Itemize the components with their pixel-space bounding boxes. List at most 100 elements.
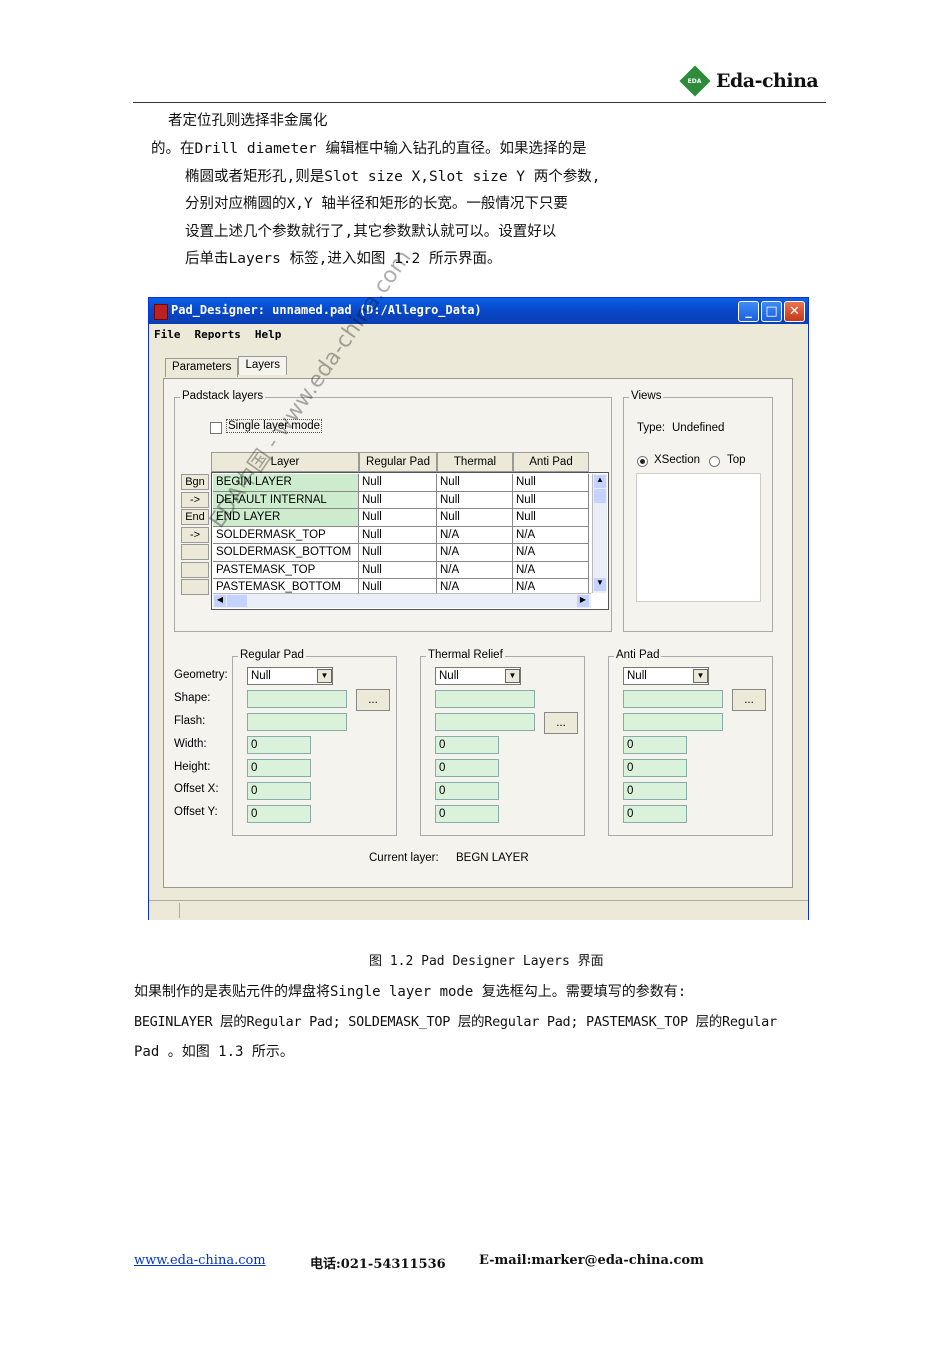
intro-line-4: 分别对应椭圆的X,Y 轴半径和矩形的长宽。一般情况下只要	[185, 196, 568, 212]
xsection-radio[interactable]	[637, 456, 648, 467]
thermal-relief-value-input[interactable]: 0	[435, 736, 499, 754]
row-button[interactable]: ->	[181, 526, 209, 543]
menu-file[interactable]: File	[154, 328, 181, 341]
type-value: Undefined	[672, 422, 725, 434]
minimize-button[interactable]: _	[738, 301, 759, 322]
pad-value-cell[interactable]: Null	[359, 474, 437, 492]
thermal-relief-dropdown-icon[interactable]: ▼	[505, 669, 520, 683]
tab-parameters[interactable]: Parameters	[165, 358, 239, 377]
anti-pad-value-input[interactable]: 0	[623, 782, 687, 800]
view-canvas[interactable]	[636, 473, 761, 602]
scroll-up-icon[interactable]: ▲	[594, 475, 606, 488]
layer-name-cell[interactable]: PASTEMASK_TOP	[213, 561, 359, 579]
footer-site[interactable]: www.eda-china.com	[134, 1253, 266, 1268]
intro-line-6: 后单击Layers 标签,进入如图 1.2 所示界面。	[185, 251, 502, 267]
regular-pad-flash-input[interactable]	[247, 713, 347, 731]
regular-pad-browse-button[interactable]: ...	[356, 689, 390, 711]
scroll-left-icon[interactable]: ◀	[214, 595, 226, 607]
row-button[interactable]: Bgn	[181, 474, 209, 490]
pad-value-cell[interactable]: N/A	[513, 544, 589, 562]
row-button[interactable]	[181, 544, 209, 560]
layer-name-cell[interactable]: SOLDERMASK_TOP	[213, 526, 359, 544]
current-layer-value: BEGN LAYER	[456, 852, 529, 864]
height-label: Height:	[174, 761, 211, 773]
pad-value-cell[interactable]: Null	[359, 509, 437, 527]
status-bar	[149, 900, 808, 920]
regular-pad-value-input[interactable]: 0	[247, 736, 311, 754]
regular-pad-value-input[interactable]: 0	[247, 805, 311, 823]
anti-pad-value-input[interactable]: 0	[623, 759, 687, 777]
thermal-relief-flash-input[interactable]	[435, 713, 535, 731]
hscroll-thumb[interactable]	[227, 595, 247, 607]
intro-line-3: 椭圆或者矩形孔,则是Slot size X,Slot size Y 两个参数,	[185, 169, 601, 185]
thermal-relief-shape-input[interactable]	[435, 690, 535, 708]
anti-pad-shape-input[interactable]	[623, 690, 723, 708]
menu-help[interactable]: Help	[255, 328, 282, 341]
app-icon	[154, 304, 168, 320]
row-button[interactable]: ->	[181, 491, 209, 508]
intro-line-2: 的。在Drill diameter 编辑框中输入钻孔的直径。如果选择的是	[151, 141, 587, 157]
layer-name-cell[interactable]: SOLDERMASK_BOTTOM	[213, 544, 359, 562]
eda-china-logo: EDA Eda-china	[679, 65, 819, 97]
pad-value-cell[interactable]: Null	[437, 491, 513, 509]
pad-value-cell[interactable]: Null	[359, 561, 437, 579]
status-pane	[149, 903, 180, 918]
anti-pad-dropdown-icon[interactable]: ▼	[693, 669, 708, 683]
type-label: Type:	[637, 422, 666, 434]
thermal-relief-value-input[interactable]: 0	[435, 782, 499, 800]
row-button[interactable]	[181, 579, 209, 595]
pad-value-cell[interactable]: N/A	[513, 526, 589, 544]
offset-y-label: Offset Y:	[174, 806, 218, 818]
row-button[interactable]	[181, 561, 209, 578]
xsection-label: XSection	[654, 454, 701, 466]
col-thermal-header[interactable]: Thermal Relief	[437, 452, 513, 486]
single-layer-checkbox[interactable]	[210, 422, 222, 434]
maximize-button[interactable]: □	[761, 301, 782, 322]
pad-value-cell[interactable]: N/A	[513, 561, 589, 579]
col-anti-header[interactable]: Anti Pad	[513, 452, 589, 472]
footer-email-text: E-mail:marker@eda-china.com	[479, 1253, 704, 1268]
thermal-relief-value-input[interactable]: 0	[435, 759, 499, 777]
regular-pad-shape-input[interactable]	[247, 690, 347, 708]
top-radio[interactable]	[709, 456, 720, 467]
pad-value-cell[interactable]: Null	[513, 491, 589, 509]
regular-pad-dropdown-icon[interactable]: ▼	[317, 669, 332, 683]
anti-pad-value-input[interactable]: 0	[623, 805, 687, 823]
grid-vertical-scrollbar[interactable]: ▲ ▼	[592, 474, 607, 593]
tab-layers[interactable]: Layers	[238, 356, 287, 375]
anti-pad-flash-input[interactable]	[623, 713, 723, 731]
close-button[interactable]: ✕	[784, 301, 805, 322]
footer-site-link[interactable]: www.eda-china.com	[134, 1253, 266, 1268]
pad-value-cell[interactable]: Null	[437, 474, 513, 492]
scroll-thumb[interactable]	[594, 489, 606, 503]
anti-pad-browse-button[interactable]: ...	[732, 689, 766, 711]
figure-caption: 图 1.2 Pad Designer Layers 界面	[369, 954, 604, 969]
pad-value-cell[interactable]: N/A	[437, 544, 513, 562]
footer-phone-text: 电话:021-54311536	[310, 1257, 446, 1272]
pad-value-cell[interactable]: Null	[359, 491, 437, 509]
regular-pad-value-input[interactable]: 0	[247, 759, 311, 777]
thermal-relief-browse-button[interactable]: ...	[544, 712, 578, 734]
scroll-down-icon[interactable]: ▼	[594, 578, 606, 591]
regular-pad-value-input[interactable]: 0	[247, 782, 311, 800]
flash-label: Flash:	[174, 715, 206, 727]
pad-value-cell[interactable]: Null	[359, 526, 437, 544]
header-rule	[133, 102, 826, 103]
grid-horizontal-scrollbar[interactable]: ◀ ▶	[213, 593, 591, 608]
current-layer-label: Current layer:	[369, 852, 439, 864]
menu-reports[interactable]: Reports	[195, 328, 241, 341]
anti-pad-group-label: Anti Pad	[614, 649, 662, 661]
body-line-3: Pad 。如图 1.3 所示。	[134, 1044, 294, 1060]
regular-pad-group-label: Regular Pad	[238, 649, 306, 661]
pad-value-cell[interactable]: Null	[513, 474, 589, 492]
pad-value-cell[interactable]: Null	[359, 544, 437, 562]
scroll-right-icon[interactable]: ▶	[577, 595, 589, 607]
pad-value-cell[interactable]: N/A	[437, 561, 513, 579]
col-regular-header[interactable]: Regular Pad	[359, 452, 437, 472]
pad-value-cell[interactable]: Null	[437, 509, 513, 527]
anti-pad-value-input[interactable]: 0	[623, 736, 687, 754]
title-bar[interactable]: Pad_Designer: unnamed.pad (D:/Allegro_Da…	[149, 298, 808, 324]
pad-value-cell[interactable]: N/A	[437, 526, 513, 544]
thermal-relief-value-input[interactable]: 0	[435, 805, 499, 823]
pad-value-cell[interactable]: Null	[513, 509, 589, 527]
